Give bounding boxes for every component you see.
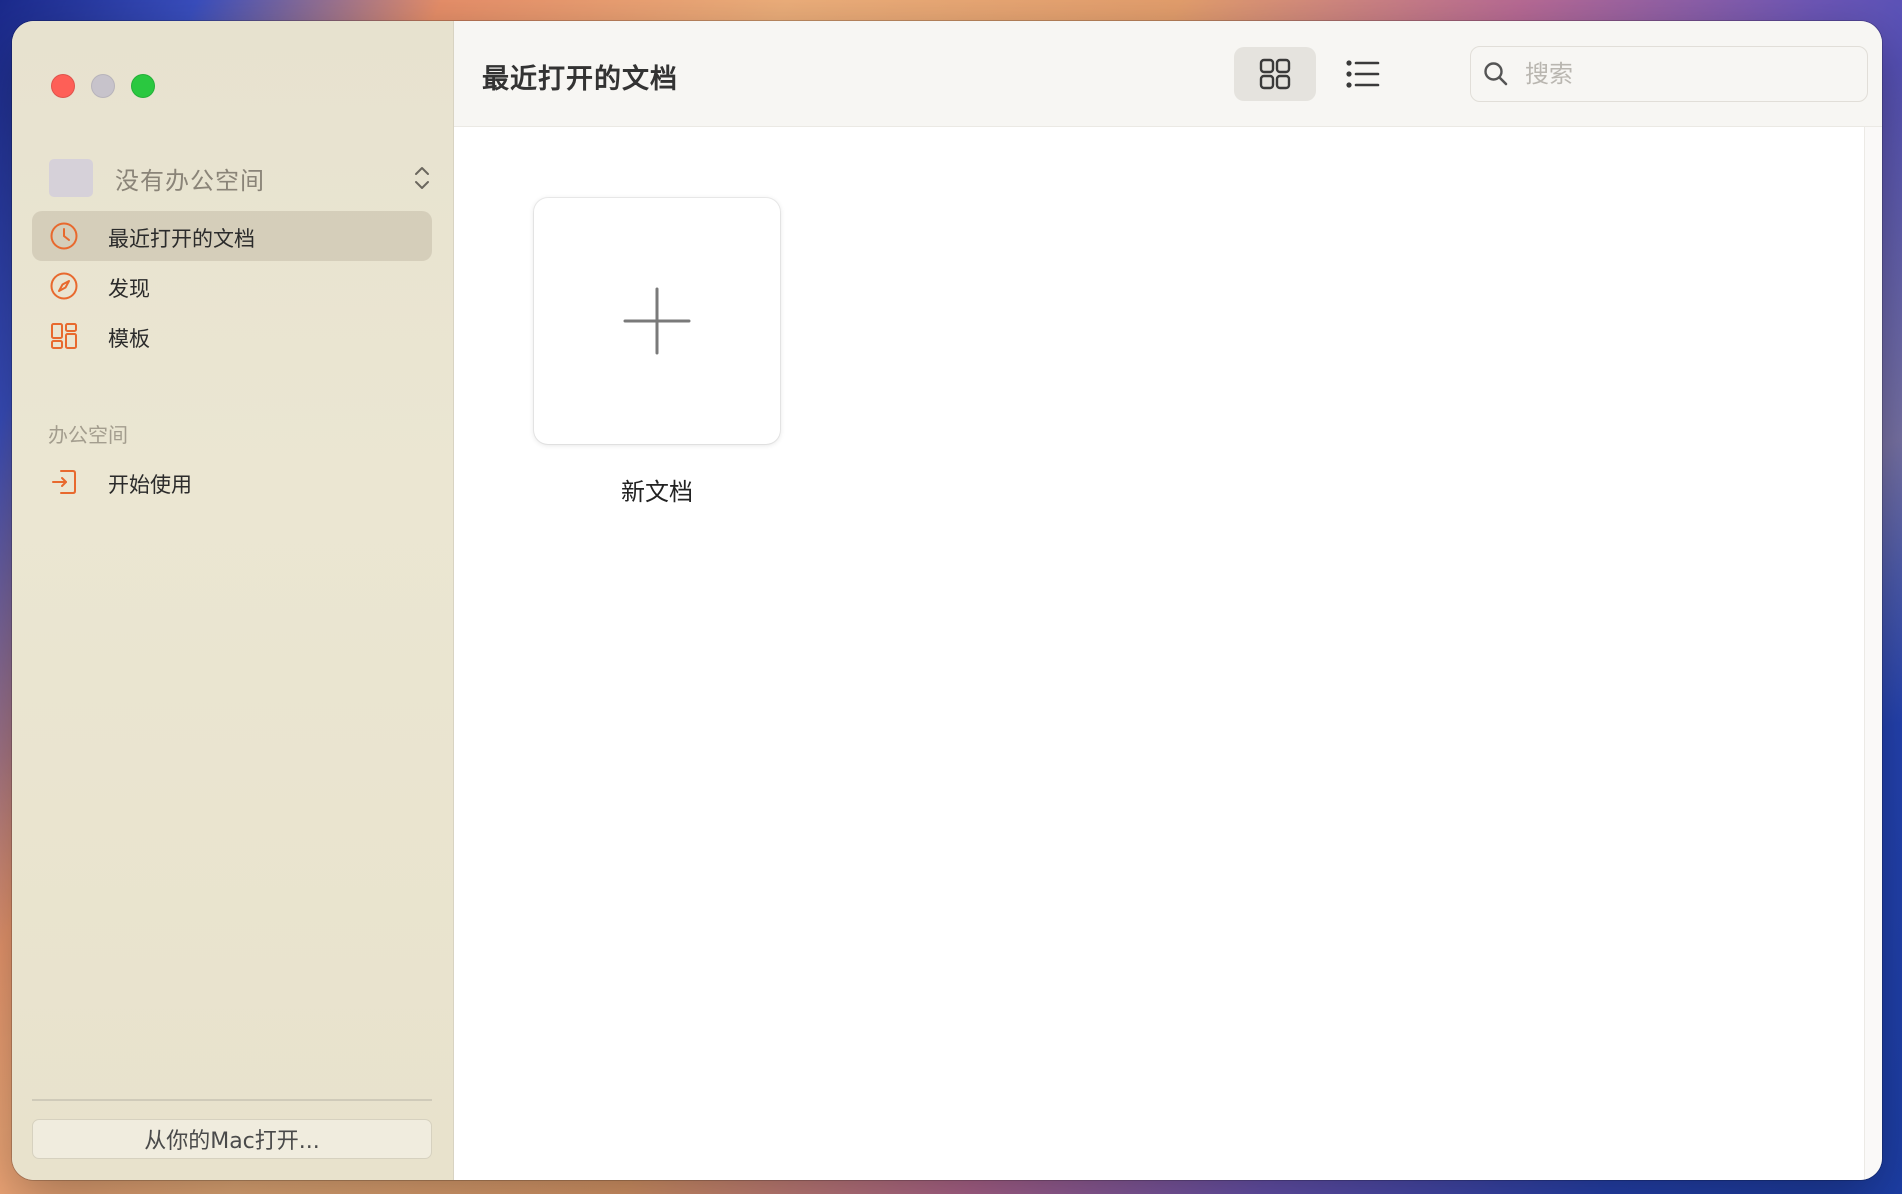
compass-icon <box>50 272 78 300</box>
sidebar-item-templates[interactable]: 模板 <box>32 311 432 361</box>
search-input[interactable] <box>1523 56 1857 92</box>
sidebar: 没有办公空间 最近打开的文档 发现 模板 办公空间 开始使用 从你的Mac打开.… <box>12 21 454 1180</box>
new-document-label: 新文档 <box>621 478 693 506</box>
workspace-avatar <box>49 159 93 197</box>
sidebar-item-discover[interactable]: 发现 <box>32 261 432 311</box>
toolbar: 最近打开的文档 <box>454 21 1882 127</box>
sidebar-item-label: 发现 <box>108 277 150 301</box>
document-browser: 新文档 <box>454 127 1864 1180</box>
section-title-workspace: 办公空间 <box>48 423 128 447</box>
page-title: 最近打开的文档 <box>482 64 678 95</box>
sidebar-item-label: 模板 <box>108 327 150 351</box>
list-icon <box>1346 60 1380 88</box>
new-document-card[interactable] <box>534 198 780 444</box>
sign-in-icon <box>52 470 76 494</box>
zoom-window-button[interactable] <box>131 74 155 98</box>
app-window: 没有办公空间 最近打开的文档 发现 模板 办公空间 开始使用 从你的Mac打开.… <box>12 21 1882 1180</box>
minimize-window-button[interactable] <box>91 74 115 98</box>
workspace-switcher[interactable]: 没有办公空间 <box>49 151 433 205</box>
search-icon <box>1484 62 1508 86</box>
grid-view-button[interactable] <box>1234 47 1316 101</box>
list-view-button[interactable] <box>1320 47 1402 101</box>
scrollbar-track[interactable] <box>1864 127 1882 1180</box>
sidebar-divider <box>32 1099 432 1101</box>
sidebar-item-label: 最近打开的文档 <box>108 227 255 251</box>
sidebar-item-recent[interactable]: 最近打开的文档 <box>32 211 432 261</box>
close-window-button[interactable] <box>51 74 75 98</box>
clock-icon <box>50 222 78 250</box>
open-from-mac-button[interactable]: 从你的Mac打开... <box>32 1119 432 1159</box>
sidebar-item-label: 开始使用 <box>108 473 192 497</box>
sidebar-item-get-started[interactable]: 开始使用 <box>32 457 432 507</box>
template-grid-icon <box>51 323 77 349</box>
plus-icon <box>623 287 691 355</box>
search-box[interactable] <box>1470 46 1868 102</box>
chevron-up-down-icon <box>415 167 429 189</box>
grid-icon <box>1259 58 1291 90</box>
workspace-label: 没有办公空间 <box>115 166 265 195</box>
